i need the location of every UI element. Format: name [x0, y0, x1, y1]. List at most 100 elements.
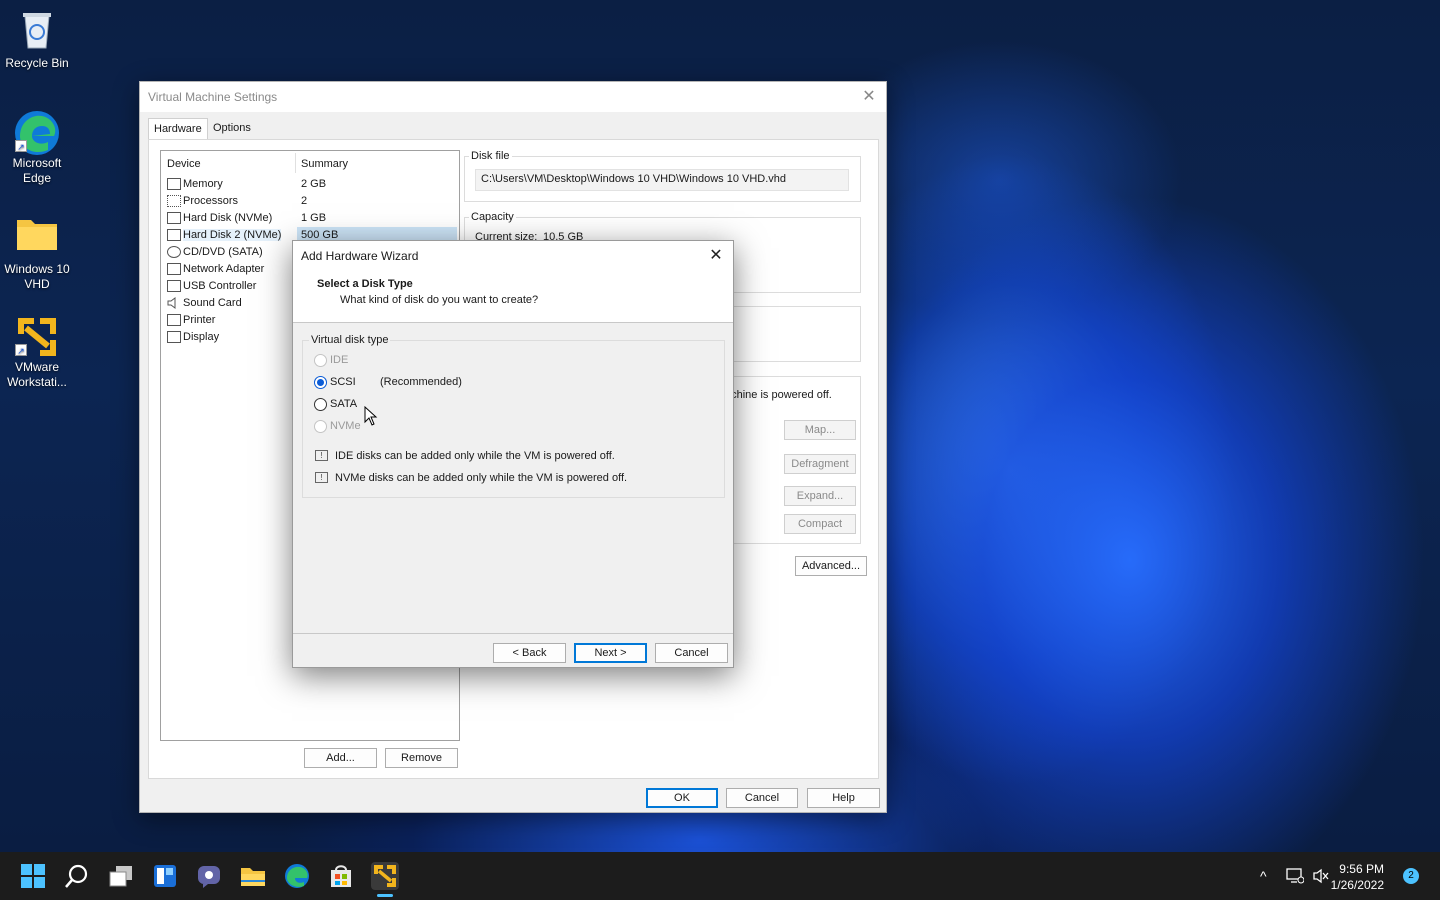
memory-icon — [167, 178, 181, 190]
expand-button[interactable]: Expand... — [784, 486, 856, 506]
desktop-icon-label: Microsoft Edge — [12, 156, 62, 185]
add-hardware-wizard-dialog: Add Hardware Wizard ✕ Select a Disk Type… — [292, 240, 734, 668]
hard-disk-icon — [167, 229, 181, 241]
disk-file-group: Disk file C:\Users\VM\Desktop\Windows 10… — [464, 150, 861, 202]
device-name: Printer — [183, 314, 216, 326]
notification-badge[interactable]: 2 — [1403, 868, 1419, 884]
radio-label: SATA — [330, 398, 358, 410]
hard-disk-icon — [167, 212, 181, 224]
summary-column-header[interactable]: Summary — [301, 158, 348, 170]
teams-chat-icon[interactable] — [195, 862, 223, 890]
info-text: IDE disks can be added only while the VM… — [335, 450, 615, 462]
search-icon[interactable] — [63, 862, 91, 890]
edge-icon[interactable] — [283, 862, 311, 890]
radio-button — [314, 420, 327, 433]
remove-device-button[interactable]: Remove — [385, 748, 458, 768]
desktop-icon-label: Recycle Bin — [5, 56, 69, 70]
wizard-footer-divider — [293, 633, 733, 634]
shortcut-arrow-icon: ↗ — [15, 344, 27, 356]
back-button[interactable]: < Back — [493, 643, 566, 663]
desktop-icon-label: Windows 10 VHD — [4, 262, 70, 291]
vm-settings-title: Virtual Machine Settings — [148, 90, 278, 104]
powered-off-note: achine is powered off. — [725, 389, 832, 401]
cancel-button[interactable]: Cancel — [726, 788, 798, 808]
device-row-hard-disk[interactable]: Hard Disk (NVMe) 1 GB — [165, 210, 459, 227]
disk-file-path-field[interactable]: C:\Users\VM\Desktop\Windows 10 VHD\Windo… — [475, 169, 849, 191]
start-icon[interactable] — [19, 862, 47, 890]
vm-settings-titlebar[interactable]: Virtual Machine Settings ✕ — [140, 82, 886, 112]
desktop-icon-vmware[interactable]: ↗ VMware Workstati... — [0, 312, 74, 390]
taskbar: ^ 9:56 PM 1/26/2022 2 — [0, 852, 1440, 900]
file-explorer-icon[interactable] — [239, 862, 267, 890]
device-row-processors[interactable]: Processors 2 — [165, 193, 459, 210]
radio-label: NVMe — [330, 420, 361, 432]
wizard-header: Add Hardware Wizard ✕ Select a Disk Type… — [293, 241, 733, 323]
radio-button — [314, 398, 327, 411]
shortcut-arrow-icon: ↗ — [15, 140, 27, 152]
device-summary: 1 GB — [301, 212, 327, 224]
desktop-icon-recycle-bin[interactable]: Recycle Bin — [0, 8, 74, 71]
add-device-button[interactable]: Add... — [304, 748, 377, 768]
mouse-cursor-icon — [364, 406, 378, 426]
network-icon[interactable] — [1286, 868, 1305, 887]
device-summary: 2 — [301, 195, 308, 207]
device-list-header: Device Summary — [161, 151, 459, 175]
active-app-indicator — [377, 894, 393, 897]
radio-button — [314, 376, 327, 389]
sound-icon — [167, 297, 181, 309]
display-icon — [167, 331, 181, 343]
network-icon — [167, 263, 181, 275]
recommended-note: (Recommended) — [380, 376, 462, 388]
printer-icon — [167, 314, 181, 326]
wizard-heading: Select a Disk Type — [317, 278, 413, 290]
device-name: CD/DVD (SATA) — [183, 246, 263, 258]
recycle-bin-icon — [15, 8, 59, 52]
device-name: USB Controller — [183, 280, 257, 292]
advanced-button[interactable]: Advanced... — [795, 556, 867, 576]
device-summary: 2 GB — [301, 178, 327, 190]
info-text: NVMe disks can be added only while the V… — [335, 472, 628, 484]
store-icon[interactable] — [327, 862, 355, 890]
info-icon: ! — [315, 450, 328, 461]
task-view-icon[interactable] — [107, 862, 135, 890]
radio-label: SCSI — [330, 376, 356, 388]
radio-label: IDE — [330, 354, 349, 366]
chevron-up-icon[interactable]: ^ — [1260, 868, 1267, 884]
device-column-header[interactable]: Device — [167, 158, 201, 170]
clock-date: 1/26/2022 — [1330, 878, 1384, 892]
volume-muted-icon[interactable] — [1312, 868, 1330, 887]
defragment-button[interactable]: Defragment — [784, 454, 856, 474]
system-clock[interactable]: 9:56 PM 1/26/2022 — [1331, 861, 1384, 893]
next-button[interactable]: Next > — [574, 643, 647, 663]
vmware-icon: ↗ — [15, 312, 59, 356]
desktop-icon-edge[interactable]: ↗ Microsoft Edge — [0, 108, 74, 186]
vmware-icon[interactable] — [371, 862, 399, 890]
compact-button[interactable]: Compact — [784, 514, 856, 534]
ok-button[interactable]: OK — [646, 788, 718, 808]
cd-dvd-icon — [167, 246, 181, 258]
widgets-icon[interactable] — [151, 862, 179, 890]
wizard-subheading: What kind of disk do you want to create? — [340, 294, 539, 306]
tab-options[interactable]: Options — [208, 118, 258, 140]
tab-hardware[interactable]: Hardware — [148, 118, 208, 140]
clock-time: 9:56 PM — [1339, 862, 1384, 876]
device-name: Hard Disk 2 (NVMe) — [183, 229, 282, 241]
desktop-icon-label: VMware Workstati... — [7, 360, 67, 389]
close-icon[interactable]: ✕ — [705, 245, 727, 267]
map-button[interactable]: Map... — [784, 420, 856, 440]
device-name: Memory — [183, 178, 223, 190]
device-name: Sound Card — [183, 297, 242, 309]
disk-file-label: Disk file — [469, 150, 512, 162]
device-row-memory[interactable]: Memory 2 GB — [165, 176, 459, 193]
device-name: Processors — [183, 195, 239, 207]
wizard-cancel-button[interactable]: Cancel — [655, 643, 728, 663]
folder-icon — [15, 214, 59, 258]
info-icon: ! — [315, 472, 328, 483]
device-name: Network Adapter — [183, 263, 265, 275]
processor-icon — [167, 195, 181, 207]
radio-button — [314, 354, 327, 367]
desktop-icon-windows-10-vhd[interactable]: Windows 10 VHD — [0, 214, 74, 292]
close-icon[interactable]: ✕ — [858, 86, 880, 108]
help-button[interactable]: Help — [807, 788, 880, 808]
device-name: Hard Disk (NVMe) — [183, 212, 273, 224]
